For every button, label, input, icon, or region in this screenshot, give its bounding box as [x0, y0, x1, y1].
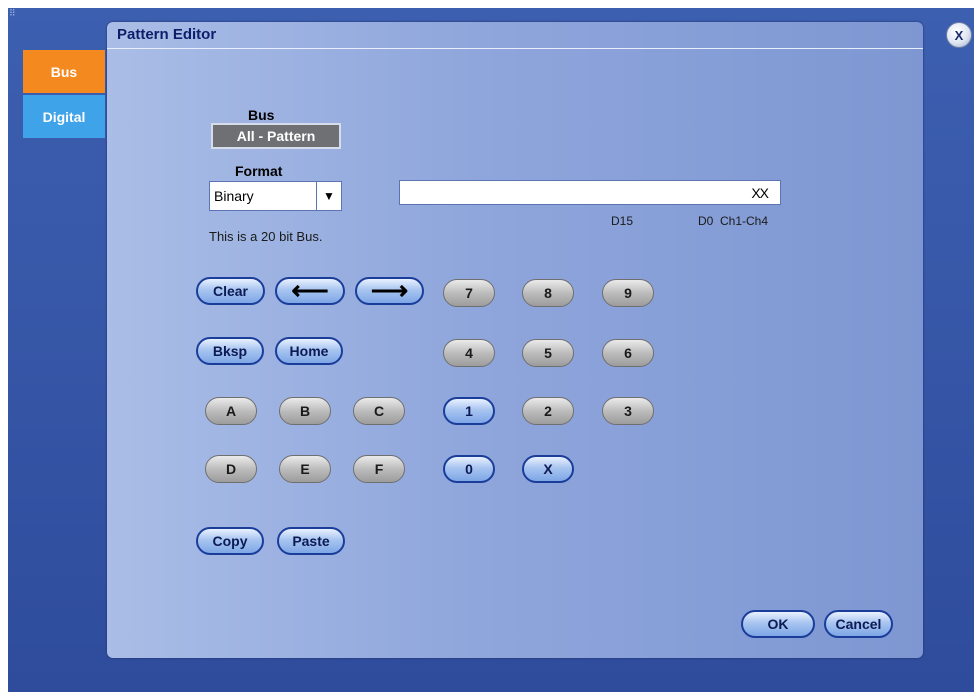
pattern-input[interactable]: XX — [399, 180, 781, 205]
key-3-button[interactable]: 3 — [602, 397, 654, 425]
key-7-button[interactable]: 7 — [443, 279, 495, 307]
key-6-button[interactable]: 6 — [602, 339, 654, 367]
key-e-button[interactable]: E — [279, 455, 331, 483]
pattern-msb-label: D15 — [611, 214, 634, 228]
bus-width-info: This is a 20 bit Bus. — [209, 229, 323, 244]
key-c-button[interactable]: C — [353, 397, 405, 425]
resize-grip-icon: ⠿ — [9, 8, 16, 18]
cursor-left-button[interactable]: ⟵ — [275, 277, 345, 305]
key-8-button[interactable]: 8 — [522, 279, 574, 307]
format-label: Format — [235, 163, 283, 179]
format-dropdown[interactable]: Binary ▼ — [209, 181, 342, 211]
key-b-button[interactable]: B — [279, 397, 331, 425]
backspace-button[interactable]: Bksp — [196, 337, 264, 365]
ok-button[interactable]: OK — [741, 610, 815, 638]
left-arrow-icon: ⟵ — [291, 274, 329, 305]
key-d-button[interactable]: D — [205, 455, 257, 483]
key-1-button[interactable]: 1 — [443, 397, 495, 425]
right-arrow-icon: ⟶ — [370, 274, 409, 305]
cancel-button[interactable]: Cancel — [824, 610, 893, 638]
key-0-button[interactable]: 0 — [443, 455, 495, 483]
bus-label: Bus — [248, 107, 275, 123]
pattern-value: XX — [751, 185, 769, 201]
clear-button[interactable]: Clear — [196, 277, 265, 305]
key-x-button[interactable]: X — [522, 455, 574, 483]
format-selected-value: Binary — [214, 188, 254, 204]
tab-bus[interactable]: Bus — [23, 50, 105, 93]
dialog-title: Pattern Editor — [117, 26, 217, 43]
cursor-right-button[interactable]: ⟶ — [355, 277, 424, 305]
title-bar: Pattern Editor — [107, 22, 923, 49]
pattern-lsb-label: D0 Ch1-Ch4 — [698, 214, 769, 228]
tab-digital[interactable]: Digital — [23, 95, 105, 138]
key-a-button[interactable]: A — [205, 397, 257, 425]
dropdown-arrow-icon[interactable]: ▼ — [316, 182, 341, 210]
key-f-button[interactable]: F — [353, 455, 405, 483]
key-4-button[interactable]: 4 — [443, 339, 495, 367]
close-icon: X — [954, 27, 964, 43]
home-button[interactable]: Home — [275, 337, 343, 365]
key-2-button[interactable]: 2 — [522, 397, 574, 425]
close-button[interactable]: X — [946, 22, 972, 48]
key-9-button[interactable]: 9 — [602, 279, 654, 307]
bus-value-display[interactable]: All - Pattern — [211, 123, 341, 149]
paste-button[interactable]: Paste — [277, 527, 345, 555]
copy-button[interactable]: Copy — [196, 527, 264, 555]
key-5-button[interactable]: 5 — [522, 339, 574, 367]
